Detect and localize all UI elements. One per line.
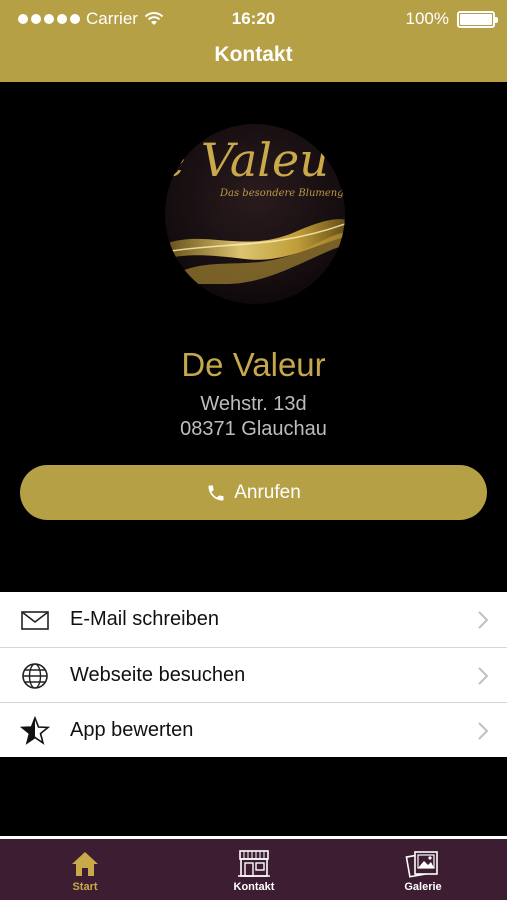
- contact-options-list: E-Mail schreiben Webseite besuchen App b…: [0, 592, 507, 757]
- phone-icon: [208, 485, 224, 500]
- mail-icon: [21, 611, 49, 630]
- home-icon: [72, 852, 98, 876]
- top-bar: Carrier 16:20 100% Kontakt: [0, 0, 507, 82]
- tab-bar: Start Kontakt Galerie: [0, 836, 507, 900]
- battery-icon: [457, 10, 498, 28]
- status-bar: Carrier 16:20 100%: [0, 0, 507, 38]
- logo-wordmark: e Valeu: [165, 133, 329, 187]
- gallery-icon: [405, 851, 438, 878]
- battery-percent: 100%: [405, 9, 449, 28]
- business-name: De Valeur: [181, 346, 326, 383]
- tab-start[interactable]: Start: [25, 849, 145, 893]
- tab-label: Galerie: [404, 881, 442, 893]
- list-item-label: E-Mail schreiben: [70, 608, 219, 630]
- page-title: Kontakt: [214, 43, 293, 66]
- call-button-label: Anrufen: [234, 481, 301, 503]
- list-item-rate-app[interactable]: App bewerten: [0, 702, 507, 757]
- battery-group: 100%: [405, 9, 498, 29]
- address-city: 08371 Glauchau: [180, 418, 327, 440]
- globe-icon: [22, 663, 48, 689]
- list-item-label: App bewerten: [70, 718, 194, 741]
- business-logo: e Valeu Das besondere Blumeng: [165, 124, 345, 304]
- star-icon: [20, 716, 50, 745]
- chevron-right-icon: [478, 667, 489, 685]
- tab-label: Start: [72, 881, 98, 893]
- logo-tagline: Das besondere Blumeng: [219, 188, 344, 199]
- list-item-label: Webseite besuchen: [70, 663, 246, 686]
- address-street: Wehstr. 13d: [200, 393, 307, 415]
- tab-kontakt[interactable]: Kontakt: [194, 849, 314, 893]
- call-button[interactable]: Anrufen: [20, 465, 487, 520]
- store-icon: [238, 850, 270, 877]
- list-item-email[interactable]: E-Mail schreiben: [0, 592, 507, 647]
- chevron-right-icon: [478, 611, 489, 629]
- list-item-website[interactable]: Webseite besuchen: [0, 647, 507, 702]
- tab-label: Kontakt: [233, 881, 275, 893]
- chevron-right-icon: [478, 722, 489, 740]
- tab-galerie[interactable]: Galerie: [363, 849, 483, 893]
